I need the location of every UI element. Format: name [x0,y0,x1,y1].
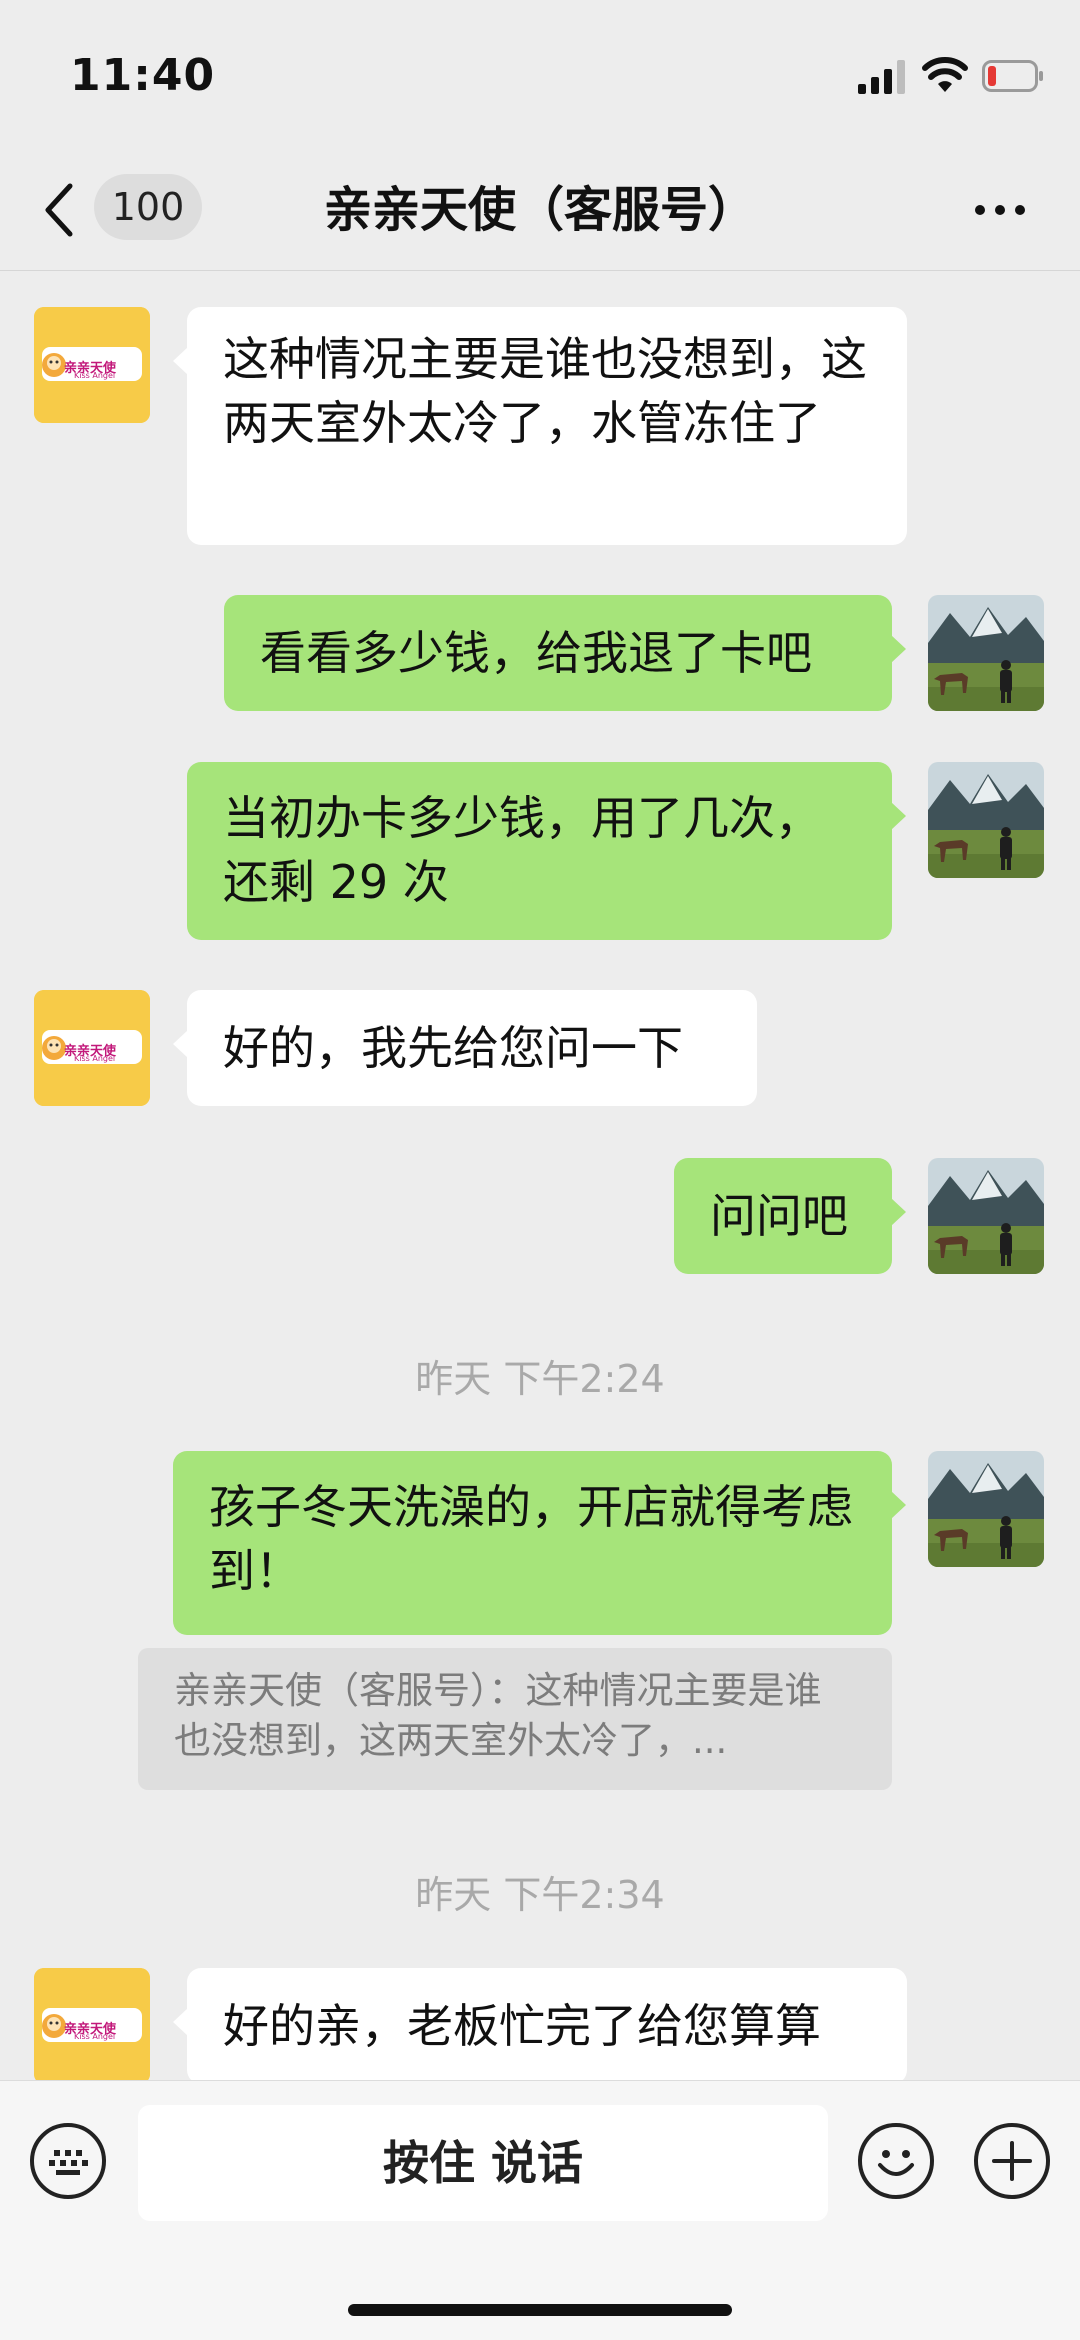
battery-low-icon [982,60,1043,92]
wifi-icon [922,57,968,92]
logo-text-en: Kiss Angel [74,371,116,380]
cellular-signal-icon [858,60,905,94]
keyboard-toggle-button[interactable] [30,2123,106,2199]
emoji-button[interactable] [858,2123,934,2199]
timestamp: 昨天 下午2:24 [415,1357,665,1401]
message-bubble[interactable]: 这种情况主要是谁也没想到，这两天室外太冷了，水管冻住了 [173,307,907,545]
message-bubble[interactable]: 好的，我先给您问一下 [173,990,757,1106]
timestamp: 昨天 下午2:34 [415,1873,665,1917]
user-avatar[interactable] [928,1158,1044,1274]
logo-text-en: Kiss Angel [74,2032,116,2041]
message-bubble[interactable]: 看看多少钱，给我退了卡吧 [224,595,906,711]
landscape-horse-avatar-icon [928,762,1044,878]
keyboard-icon [49,2150,88,2175]
user-avatar[interactable] [928,762,1044,878]
user-avatar[interactable] [928,595,1044,711]
service-avatar[interactable]: 亲亲天使 Kiss Angel [34,990,150,1106]
logo-text-en: Kiss Angel [74,1054,116,1063]
landscape-horse-avatar-icon [928,1158,1044,1274]
landscape-horse-avatar-icon [928,1451,1044,1567]
chat-title: 亲亲天使（客服号） [323,182,756,238]
message-bubble[interactable]: 问问吧 [674,1158,906,1274]
home-indicator[interactable] [348,2304,732,2316]
status-time: 11:40 [70,50,216,101]
landscape-horse-avatar-icon [928,595,1044,711]
message-bubble[interactable]: 孩子冬天洗澡的，开店就得考虑到！ [173,1451,906,1635]
back-chevron-icon[interactable] [40,180,80,240]
user-avatar[interactable] [928,1451,1044,1567]
smiley-face-icon [878,2150,914,2176]
service-avatar[interactable]: 亲亲天使 Kiss Angel [34,1968,150,2084]
quoted-message[interactable]: 亲亲天使（客服号）：这种情况主要是谁也没想到，这两天室外太冷了，... [138,1648,892,1790]
hold-to-talk-button[interactable]: 按住 说话 [138,2105,828,2221]
more-features-button[interactable] [974,2123,1050,2199]
status-bar: 11:40 [0,0,1080,150]
plus-icon [992,2141,1032,2181]
message-bubble[interactable]: 好的亲，老板忙完了给您算算 [173,1968,907,2084]
chat-input-bar: 按住 说话 [0,2080,1080,2340]
message-bubble[interactable]: 当初办卡多少钱，用了几次，还剩 29 次 [187,762,906,940]
unread-count-badge[interactable]: 100 [94,174,202,240]
more-options-icon[interactable] [970,190,1030,230]
chat-nav-bar: 100 亲亲天使（客服号） [0,150,1080,271]
service-avatar[interactable]: 亲亲天使 Kiss Angel [34,307,150,423]
